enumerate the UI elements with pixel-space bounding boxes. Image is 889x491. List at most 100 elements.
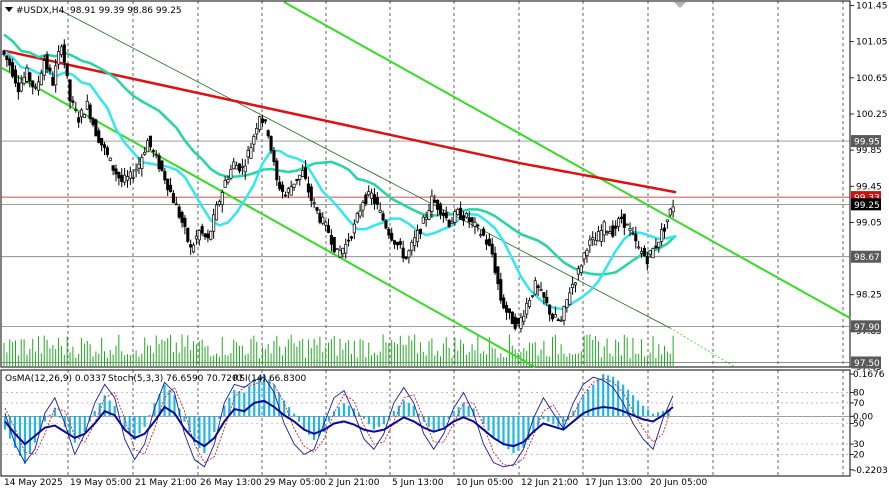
candle-body xyxy=(404,256,408,260)
candle-body xyxy=(177,206,181,218)
candle-body xyxy=(568,292,572,306)
candle-body xyxy=(102,144,107,148)
candle-body xyxy=(54,65,58,86)
candle-body xyxy=(608,231,612,235)
candle-body xyxy=(591,237,595,241)
candle-body xyxy=(272,150,276,163)
candle-body xyxy=(614,225,618,229)
candle-body xyxy=(393,240,397,245)
price-level-label: 99.25 xyxy=(854,201,880,211)
candle-body xyxy=(143,152,147,155)
candle-body xyxy=(329,235,333,245)
candle-body xyxy=(209,230,213,240)
candle-body xyxy=(522,315,526,322)
candle-body xyxy=(200,226,204,234)
candle-body xyxy=(309,186,313,202)
candle-body xyxy=(174,203,178,206)
time-tick-label: 17 Jun 13:00 xyxy=(585,478,642,488)
candle-body xyxy=(212,214,216,232)
candle-body xyxy=(467,217,471,223)
time-tick-label: 10 Jun 05:00 xyxy=(456,478,513,488)
price-tick-label: 100.25 xyxy=(856,110,888,120)
candle-body xyxy=(510,311,514,325)
time-axis[interactable]: 14 May 2025 19 May 05:00 21 May 21:00 26 Ma… xyxy=(4,478,707,488)
indicator-tick-label: -0.2203 xyxy=(853,466,888,476)
candle-body xyxy=(594,240,598,246)
price-tick-label: 98.25 xyxy=(856,291,882,301)
price-tick-label: 101.45 xyxy=(856,2,888,12)
candle-body xyxy=(278,181,282,190)
candle-body xyxy=(648,250,652,255)
candle-body xyxy=(260,118,265,123)
candle-body xyxy=(321,216,325,224)
candle-body xyxy=(45,54,49,70)
candle-body xyxy=(505,305,509,313)
candle-body xyxy=(355,213,359,223)
candle-body xyxy=(660,229,664,242)
candle-body xyxy=(507,308,511,313)
candle-body xyxy=(79,109,84,118)
candle-body xyxy=(335,248,339,250)
candle-body xyxy=(573,282,578,286)
candle-body xyxy=(596,230,601,242)
candle-body xyxy=(191,244,196,253)
candle-body xyxy=(527,300,532,307)
candle-body xyxy=(62,44,66,63)
candle-body xyxy=(599,230,603,242)
candle-body xyxy=(283,194,287,197)
candle-body xyxy=(367,191,371,196)
candle-body xyxy=(433,199,437,203)
candle-body xyxy=(588,239,592,246)
candle-body xyxy=(48,67,52,72)
candle-body xyxy=(352,223,356,234)
time-tick-label: 12 Jun 21:00 xyxy=(521,478,578,488)
candle-body xyxy=(461,215,466,221)
ohlc-values: 98.91 99.39 98.86 99.25 xyxy=(70,6,182,16)
candle-body xyxy=(634,233,638,242)
indicator-tick-label: 30 xyxy=(853,440,865,450)
candle-body xyxy=(364,194,368,205)
candle-body xyxy=(619,216,623,220)
price-tick-label: 99.45 xyxy=(856,182,882,192)
price-level-label: 97.90 xyxy=(854,323,880,333)
candle-body xyxy=(384,220,388,229)
candle-body xyxy=(444,212,448,219)
candle-body xyxy=(16,82,20,93)
candle-body xyxy=(370,192,374,199)
price-level-label: 99.95 xyxy=(854,138,880,148)
candle-body xyxy=(324,221,328,226)
candle-body xyxy=(479,234,483,236)
candle-body xyxy=(8,58,12,66)
candle-body xyxy=(71,100,75,103)
candle-body xyxy=(464,212,468,218)
candle-body xyxy=(668,208,672,216)
candle-body xyxy=(68,79,72,102)
time-tick-label: 20 Jun 05:00 xyxy=(650,478,707,488)
candle-body xyxy=(502,297,506,309)
candle-body xyxy=(657,241,661,248)
candle-body xyxy=(249,147,253,159)
candle-body xyxy=(5,55,9,61)
candle-body xyxy=(642,247,646,257)
candle-body xyxy=(65,63,69,77)
trading-chart[interactable]: #USDX,H4 98.91 99.39 98.86 99.25 OsMA(12… xyxy=(0,0,889,491)
candle-body xyxy=(617,218,621,227)
candle-body xyxy=(341,247,345,255)
candle-body xyxy=(171,192,175,204)
candle-body xyxy=(665,219,669,223)
candle-body xyxy=(117,172,121,179)
candle-body xyxy=(131,176,135,179)
candle-body xyxy=(390,232,394,241)
candle-body xyxy=(105,147,109,155)
candle-body xyxy=(298,174,302,180)
candle-body xyxy=(553,314,557,318)
candle-body xyxy=(91,118,95,125)
candle-body xyxy=(275,160,279,181)
candle-body xyxy=(387,228,391,236)
rsi-label: RSI(14) 66.8300 xyxy=(233,374,306,384)
candle-body xyxy=(484,239,489,245)
candle-body xyxy=(490,243,494,255)
candle-body xyxy=(459,207,463,220)
candle-body xyxy=(189,244,193,248)
candle-body xyxy=(186,227,190,242)
